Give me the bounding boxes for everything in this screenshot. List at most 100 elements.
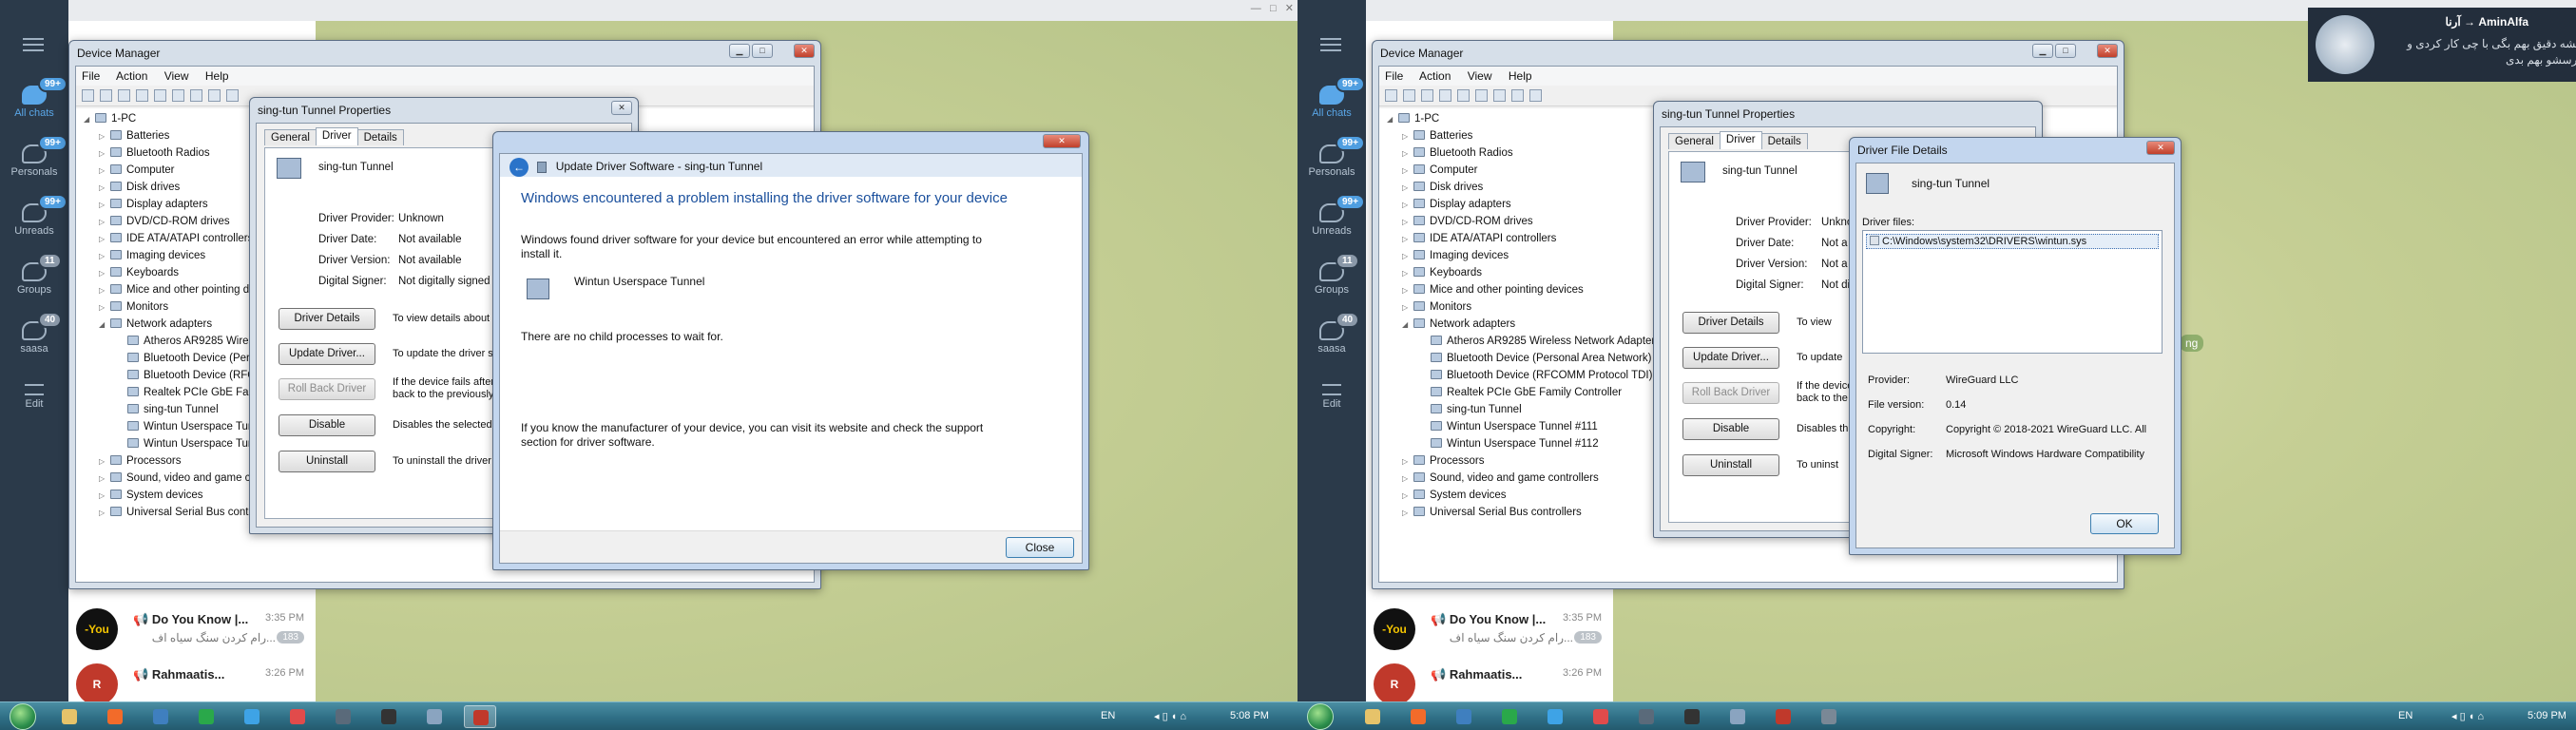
start-button-icon[interactable] bbox=[10, 703, 36, 730]
tray-icons[interactable]: ◂ ▯ ◖ ⌂ bbox=[1154, 710, 1186, 722]
terminal-icon[interactable] bbox=[373, 705, 405, 728]
app-icon[interactable] bbox=[281, 705, 314, 728]
roll-back-driver-button[interactable]: Roll Back Driver bbox=[1682, 382, 1779, 404]
expand-arrow-icon[interactable]: ◢ bbox=[84, 111, 93, 128]
folder-edit[interactable]: Edit bbox=[1298, 384, 1366, 410]
back-icon[interactable] bbox=[82, 89, 94, 103]
expand-arrow-icon[interactable]: ▷ bbox=[99, 180, 108, 197]
expand-arrow-icon[interactable]: ▷ bbox=[1402, 214, 1412, 231]
menu-view[interactable]: View bbox=[1468, 69, 1492, 83]
menu-help[interactable]: Help bbox=[205, 69, 229, 83]
expand-arrow-icon[interactable]: ▷ bbox=[1402, 471, 1412, 488]
uninstall-button[interactable]: Uninstall bbox=[1682, 454, 1779, 476]
uninstall-icon[interactable] bbox=[1529, 89, 1542, 103]
expand-arrow-icon[interactable]: ▷ bbox=[99, 453, 108, 471]
update-driver-button[interactable]: Update Driver... bbox=[279, 343, 375, 365]
expand-arrow-icon[interactable]: ▷ bbox=[99, 145, 108, 163]
driver-details-button[interactable]: Driver Details bbox=[1682, 312, 1779, 334]
expand-arrow-icon[interactable]: ▷ bbox=[1402, 299, 1412, 317]
app-icon[interactable] bbox=[1813, 705, 1845, 728]
tab-general[interactable]: General bbox=[264, 129, 317, 145]
disable-icon[interactable] bbox=[1511, 89, 1524, 103]
driver-details-button[interactable]: Driver Details bbox=[279, 308, 375, 330]
ok-button[interactable]: OK bbox=[2090, 513, 2159, 534]
scan-icon[interactable] bbox=[1475, 89, 1488, 103]
explorer-icon[interactable] bbox=[53, 705, 86, 728]
folder-groups[interactable]: 11 Groups bbox=[1298, 253, 1366, 296]
start-button-icon[interactable] bbox=[1307, 703, 1334, 730]
language-indicator[interactable]: EN bbox=[2398, 710, 2413, 721]
disable-button[interactable]: Disable bbox=[1682, 418, 1779, 440]
back-arrow-icon[interactable]: ← bbox=[509, 158, 529, 177]
window-titlebar[interactable]: sing-tun Tunnel Properties bbox=[1654, 102, 2042, 125]
hamburger-menu-icon[interactable] bbox=[23, 38, 44, 51]
menu-view[interactable]: View bbox=[164, 69, 189, 83]
tab-general[interactable]: General bbox=[1668, 133, 1721, 149]
back-icon[interactable] bbox=[1385, 89, 1397, 103]
scan-icon[interactable] bbox=[172, 89, 184, 103]
folder-unreads[interactable]: 99+ Unreads bbox=[0, 194, 68, 237]
minimize-button[interactable]: ▁ bbox=[2032, 44, 2053, 58]
brave-icon[interactable] bbox=[1402, 705, 1434, 728]
minimize-button[interactable]: ▁ bbox=[729, 44, 750, 58]
roll-back-driver-button[interactable]: Roll Back Driver bbox=[279, 378, 375, 400]
tab-driver[interactable]: Driver bbox=[1719, 131, 1762, 149]
expand-arrow-icon[interactable]: ▷ bbox=[99, 488, 108, 505]
expand-arrow-icon[interactable]: ▷ bbox=[1402, 180, 1412, 197]
expand-arrow-icon[interactable]: ◢ bbox=[99, 317, 108, 334]
expand-arrow-icon[interactable]: ▷ bbox=[1402, 163, 1412, 180]
expand-arrow-icon[interactable]: ▷ bbox=[99, 197, 108, 214]
window-titlebar[interactable]: Device Manager ▁ □ ✕ bbox=[1373, 41, 2124, 64]
window-controls[interactable]: — □ ✕ bbox=[1251, 2, 1294, 14]
expand-arrow-icon[interactable]: ▷ bbox=[1402, 231, 1412, 248]
hamburger-menu-icon[interactable] bbox=[1320, 38, 1341, 51]
expand-arrow-icon[interactable]: ▷ bbox=[99, 248, 108, 265]
window-titlebar[interactable]: sing-tun Tunnel Properties ✕ bbox=[250, 98, 638, 121]
clock[interactable]: 5:09 PM bbox=[2528, 710, 2566, 721]
expand-arrow-icon[interactable]: ▷ bbox=[1402, 453, 1412, 471]
chat-list-item[interactable]: -You 📢 Do You Know |... 3:35 PM ...رام ک… bbox=[1372, 605, 1609, 656]
maximize-button[interactable]: □ bbox=[2055, 44, 2076, 58]
update-driver-icon[interactable] bbox=[1493, 89, 1506, 103]
app-icon[interactable] bbox=[464, 705, 496, 728]
device-manager-taskbar-icon[interactable] bbox=[327, 705, 359, 728]
folder-all-chats[interactable]: 99+ All chats bbox=[1298, 76, 1366, 119]
expand-arrow-icon[interactable]: ▷ bbox=[1402, 145, 1412, 163]
disable-button[interactable]: Disable bbox=[279, 414, 375, 436]
list-item[interactable]: C:\Windows\system32\DRIVERS\wintun.sys bbox=[1866, 234, 2159, 249]
telegram-icon[interactable] bbox=[1539, 705, 1571, 728]
app-icon[interactable] bbox=[1448, 705, 1480, 728]
telegram-icon[interactable] bbox=[236, 705, 268, 728]
close-button[interactable]: ✕ bbox=[611, 101, 632, 115]
expand-arrow-icon[interactable]: ◢ bbox=[1387, 111, 1396, 128]
forward-icon[interactable] bbox=[100, 89, 112, 103]
folder-personals[interactable]: 99+ Personals bbox=[1298, 135, 1366, 178]
expand-arrow-icon[interactable]: ▷ bbox=[1402, 282, 1412, 299]
explorer-icon[interactable] bbox=[1356, 705, 1389, 728]
terminal-icon[interactable] bbox=[1676, 705, 1708, 728]
network-icon[interactable] bbox=[1721, 705, 1754, 728]
uninstall-icon[interactable] bbox=[226, 89, 239, 103]
expand-arrow-icon[interactable]: ▷ bbox=[99, 471, 108, 488]
clock[interactable]: 5:08 PM bbox=[1230, 710, 1269, 721]
menu-file[interactable]: File bbox=[1385, 69, 1403, 83]
expand-arrow-icon[interactable]: ▷ bbox=[1402, 128, 1412, 145]
update-driver-button[interactable]: Update Driver... bbox=[1682, 347, 1779, 369]
update-driver-icon[interactable] bbox=[190, 89, 202, 103]
expand-arrow-icon[interactable]: ▷ bbox=[1402, 197, 1412, 214]
folder-groups[interactable]: 11 Groups bbox=[0, 253, 68, 296]
window-titlebar[interactable]: Driver File Details ✕ bbox=[1850, 138, 2181, 161]
expand-arrow-icon[interactable]: ▷ bbox=[1402, 248, 1412, 265]
expand-arrow-icon[interactable]: ▷ bbox=[1402, 265, 1412, 282]
folder-saasa[interactable]: 40 saasa bbox=[1298, 312, 1366, 355]
menu-action[interactable]: Action bbox=[116, 69, 147, 83]
menu-action[interactable]: Action bbox=[1419, 69, 1451, 83]
uninstall-button[interactable]: Uninstall bbox=[279, 451, 375, 472]
chat-list-item[interactable]: -You 📢 Do You Know |... 3:35 PM ...رام ک… bbox=[74, 605, 312, 656]
menu-help[interactable]: Help bbox=[1509, 69, 1532, 83]
app-icon[interactable] bbox=[1767, 705, 1799, 728]
telegram-notification-toast[interactable]: AminAlfa → آرنا میشه دقیق بهم بگی با چی … bbox=[2308, 8, 2576, 82]
expand-arrow-icon[interactable]: ▷ bbox=[99, 282, 108, 299]
chat-list-item[interactable]: R 📢 Rahmaatis... 3:26 PM bbox=[1372, 660, 1609, 701]
folder-personals[interactable]: 99+ Personals bbox=[0, 135, 68, 178]
